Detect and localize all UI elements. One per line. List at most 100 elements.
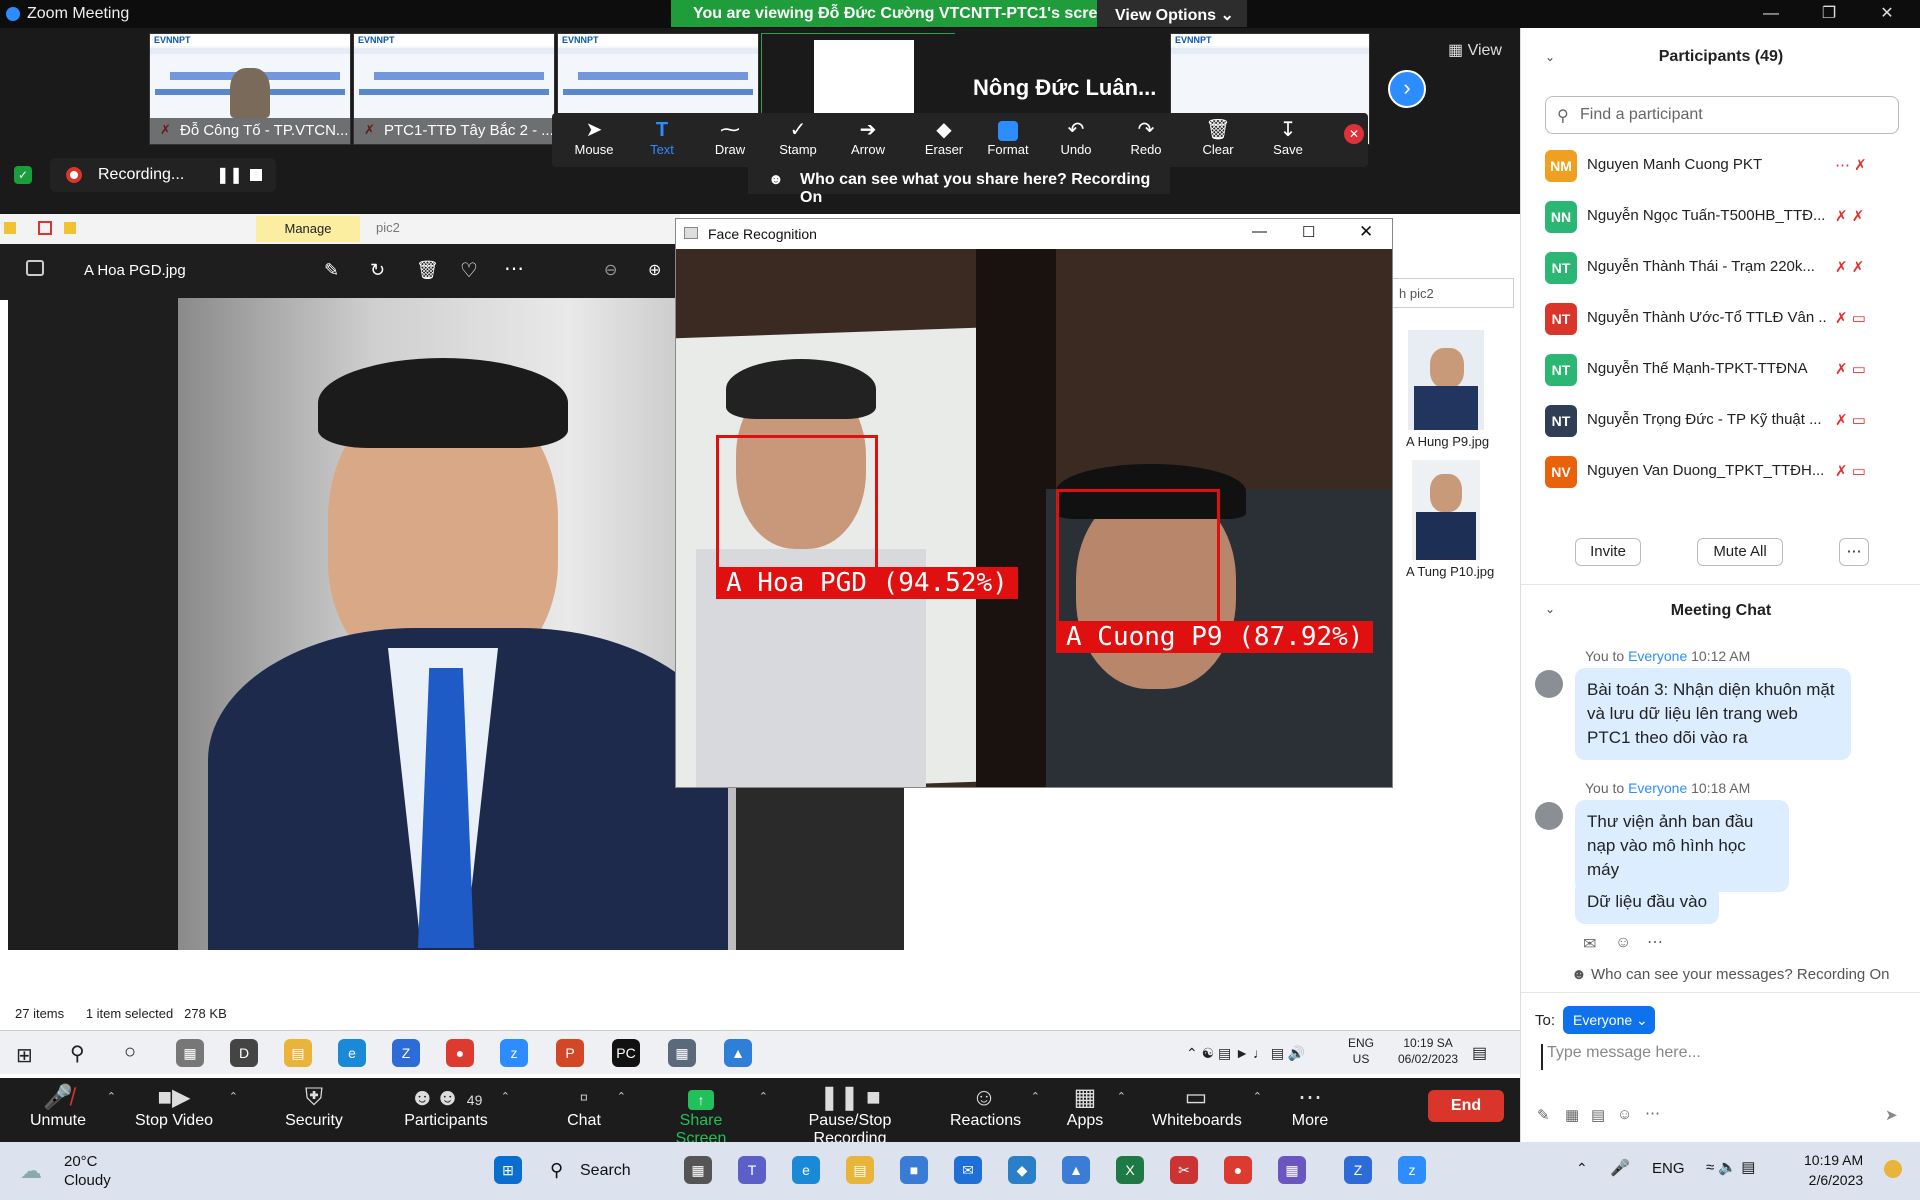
tray-chevron-icon[interactable]: ⌃ (1576, 1160, 1588, 1177)
participant-row[interactable]: NM Nguyen Manh Cuong PKT ⋯ ✗ (1545, 146, 1905, 186)
more-options-button[interactable]: ⋯ (1839, 538, 1869, 566)
explorer-search[interactable]: h pic2 (1392, 278, 1514, 308)
app-icon[interactable]: ▲ (1062, 1156, 1090, 1184)
participant-row[interactable]: NT Nguyễn Thành Ước-Tổ TTLĐ Vân ... ✗ ▭ (1545, 299, 1905, 339)
gallery-icon[interactable] (26, 260, 44, 276)
participant-row[interactable]: NN Nguyễn Ngọc Tuấn-T500HB_TTĐ... ✗ ✗ (1545, 197, 1905, 237)
rotate-icon[interactable]: ↻ (370, 260, 385, 281)
share-visibility-notice[interactable]: ☻ Who can see what you share here? Recor… (748, 166, 1170, 206)
clock[interactable]: 10:19 AM 2/6/2023 (1804, 1150, 1863, 1190)
manage-tab[interactable]: Manage (256, 216, 360, 242)
video-thumbnail[interactable]: EVNNPT ✗ Đỗ Công Tố - TP.VTCN... (149, 33, 351, 145)
snipping-tool-icon[interactable]: ✂ (1170, 1156, 1198, 1184)
stop-video-button[interactable]: ■▶ Stop Video ⌃ (132, 1084, 238, 1130)
delete-icon[interactable]: 🗑 (416, 260, 439, 281)
tool-clear[interactable]: 🗑 Clear (1188, 118, 1248, 157)
maximize-icon[interactable]: ☐ (1302, 223, 1315, 241)
caret-up-icon[interactable]: ⌃ (759, 1090, 768, 1103)
screenshot-icon[interactable]: ▦ (1565, 1106, 1579, 1124)
minimize-icon[interactable]: — (1252, 223, 1267, 240)
more-dots-icon[interactable]: ⋯ (1645, 1104, 1660, 1122)
tool-arrow[interactable]: ➔ Arrow (838, 118, 898, 157)
more-button[interactable]: ⋯ More (1290, 1084, 1330, 1130)
restore-icon[interactable]: ❐ (1806, 2, 1852, 26)
zalo-icon[interactable]: Z (1344, 1156, 1372, 1184)
mail-icon[interactable]: ✉ (954, 1156, 982, 1184)
view-button[interactable]: ▦ View (1448, 40, 1502, 60)
reactions-button[interactable]: ☺ Reactions ⌃ (950, 1084, 1040, 1130)
chat-visibility-notice[interactable]: ☻ Who can see your messages? Recording O… (1571, 966, 1889, 983)
more-dots-icon[interactable]: ⋯ (1647, 932, 1663, 952)
zoom-out-icon[interactable]: ⊖ (604, 260, 617, 280)
file-name[interactable]: A Hung P9.jpg (1406, 434, 1489, 449)
heart-icon[interactable]: ♡ (460, 258, 478, 283)
chat-button[interactable]: ▫ Chat ⌃ (564, 1084, 626, 1130)
zoom-icon[interactable]: z (1398, 1156, 1426, 1184)
task-view-icon[interactable]: ▦ (684, 1156, 712, 1184)
windows-start-icon[interactable]: ⊞ (494, 1156, 522, 1184)
zoom-in-icon[interactable]: ⊕ (648, 260, 661, 280)
participants-button[interactable]: ☻☻ 49 Participants ⌃ (404, 1084, 510, 1130)
app-icon[interactable]: ◆ (1008, 1156, 1036, 1184)
participant-row[interactable]: NV Nguyen Van Duong_TPKT_TTĐH... ✗ ▭ (1545, 452, 1905, 492)
minimize-icon[interactable]: — (1748, 2, 1794, 26)
caret-up-icon[interactable]: ⌃ (617, 1090, 626, 1103)
emoji-reaction-icon[interactable]: ☺ (1615, 934, 1631, 952)
participant-row[interactable]: NT Nguyễn Trọng Đức - TP Kỹ thuật ... ✗ ▭ (1545, 401, 1905, 441)
send-icon[interactable]: ➤ (1885, 1106, 1898, 1124)
message-input[interactable]: Type message here... (1541, 1044, 1901, 1070)
store-icon[interactable]: ■ (900, 1156, 928, 1184)
message-recipient[interactable]: Everyone (1628, 780, 1687, 796)
unmute-button[interactable]: 🎤̸ Unmute ⌃ (22, 1084, 116, 1130)
emoji-icon[interactable]: ☺ (1617, 1106, 1632, 1123)
more-options-icon[interactable]: ⋯ (504, 256, 524, 281)
participant-row[interactable]: NT Nguyễn Thế Mạnh-TPKT-TTĐNA ✗ ▭ (1545, 350, 1905, 390)
tray-language[interactable]: ENG (1652, 1160, 1685, 1177)
file-icon[interactable]: ▤ (1591, 1106, 1605, 1124)
caret-up-icon[interactable]: ⌃ (1253, 1090, 1262, 1103)
file-thumbnail[interactable] (1408, 330, 1484, 430)
reply-icon[interactable]: ✉ (1583, 934, 1596, 954)
app-icon[interactable]: ▦ (1278, 1156, 1306, 1184)
tool-undo[interactable]: ↶ Undo (1046, 118, 1106, 157)
invite-button[interactable]: Invite (1575, 538, 1641, 566)
apps-button[interactable]: ▦ Apps ⌃ (1066, 1084, 1126, 1130)
caret-up-icon[interactable]: ⌃ (229, 1090, 238, 1103)
tool-text[interactable]: T Text (632, 118, 692, 157)
caret-up-icon[interactable]: ⌃ (1031, 1090, 1040, 1103)
close-annotation-icon[interactable]: ✕ (1344, 124, 1364, 144)
tool-format[interactable]: Format (978, 118, 1038, 157)
notification-badge[interactable] (1884, 1160, 1902, 1178)
end-meeting-button[interactable]: End (1428, 1090, 1504, 1122)
tool-stamp[interactable]: ✓ Stamp (768, 118, 828, 157)
wifi-icon[interactable]: ≈ 🔈 ▤ (1706, 1158, 1755, 1176)
edit-icon[interactable]: ✎ (324, 260, 339, 281)
format-icon[interactable]: ✎ (1537, 1106, 1550, 1124)
file-thumbnail[interactable] (1412, 460, 1480, 560)
close-icon[interactable]: ✕ (1359, 222, 1373, 242)
close-icon[interactable]: ✕ (1864, 2, 1910, 26)
mute-all-button[interactable]: Mute All (1697, 538, 1783, 566)
view-options-button[interactable]: View Options ⌄ (1097, 0, 1247, 27)
message-recipient[interactable]: Everyone (1628, 648, 1687, 664)
tool-draw[interactable]: ⁓ Draw (700, 118, 760, 157)
pic-tab[interactable]: pic2 (376, 220, 400, 235)
whiteboards-button[interactable]: ▭ Whiteboards ⌃ (1152, 1084, 1262, 1130)
pause-stop-recording-button[interactable]: ❚❚ ■ Pause/Stop Recording (772, 1084, 928, 1148)
tool-redo[interactable]: ↷ Redo (1116, 118, 1176, 157)
security-button[interactable]: ⛨ Security (282, 1084, 346, 1130)
file-name[interactable]: A Tung P10.jpg (1406, 564, 1494, 579)
caret-up-icon[interactable]: ⌃ (501, 1090, 510, 1103)
participant-row[interactable]: NT Nguyễn Thành Thái - Trạm 220k... ✗ ✗ (1545, 248, 1905, 288)
pause-icon[interactable]: ❚❚ (216, 165, 243, 185)
edge-icon[interactable]: e (792, 1156, 820, 1184)
encryption-shield-icon[interactable]: ✓ (14, 166, 32, 184)
stop-icon[interactable] (250, 169, 262, 181)
recipient-select[interactable]: Everyone ⌄ (1563, 1006, 1655, 1034)
share-screen-button[interactable]: ↑ Share Screen ⌃ (656, 1084, 768, 1148)
microphone-icon[interactable]: 🎤 (1610, 1158, 1630, 1178)
excel-icon[interactable]: X (1116, 1156, 1144, 1184)
next-page-button[interactable]: › (1388, 70, 1426, 108)
tool-eraser[interactable]: ◆ Eraser (914, 118, 974, 157)
weather-widget[interactable]: 20°C Cloudy (64, 1152, 111, 1190)
